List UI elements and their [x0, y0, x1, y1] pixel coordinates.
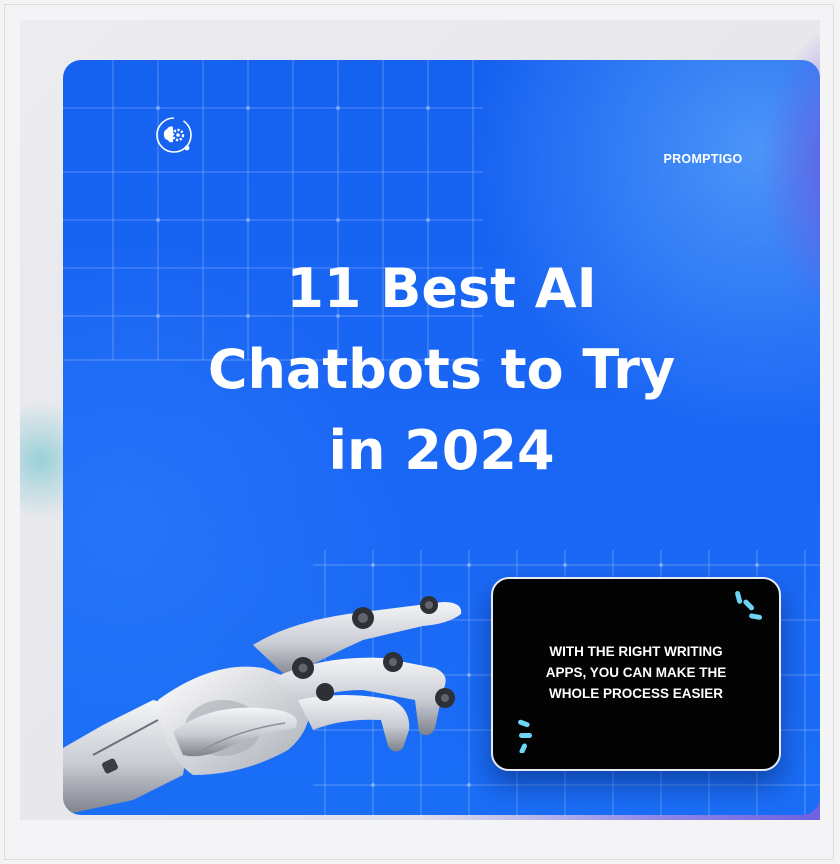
callout-line-1: WITH THE RIGHT WRITING	[549, 644, 723, 659]
callout-box: WITH THE RIGHT WRITING APPS, YOU CAN MAK…	[491, 577, 781, 771]
callout-text: WITH THE RIGHT WRITING APPS, YOU CAN MAK…	[511, 641, 761, 704]
robot-hand-icon	[63, 596, 462, 815]
headline-line-1: 11 Best AI	[286, 257, 597, 320]
callout-line-3: WHOLE PROCESS EASIER	[548, 686, 724, 701]
headline-line-3: in 2024	[328, 419, 555, 482]
sparkle-burst-icon	[735, 590, 763, 620]
post-image-card: PROMPTIGO 11 Best AI Chatbots to Try in …	[20, 20, 820, 820]
callout-line-2: APPS, YOU CAN MAKE THE	[545, 665, 727, 680]
poster: PROMPTIGO 11 Best AI Chatbots to Try in …	[63, 60, 820, 815]
brand-name: PROMPTIGO	[663, 152, 743, 166]
headline-line-2: Chatbots to Try	[207, 338, 676, 401]
sparkle-burst-icon	[518, 719, 532, 753]
headline: 11 Best AI Chatbots to Try in 2024	[103, 248, 780, 491]
brain-gear-icon	[156, 117, 192, 153]
